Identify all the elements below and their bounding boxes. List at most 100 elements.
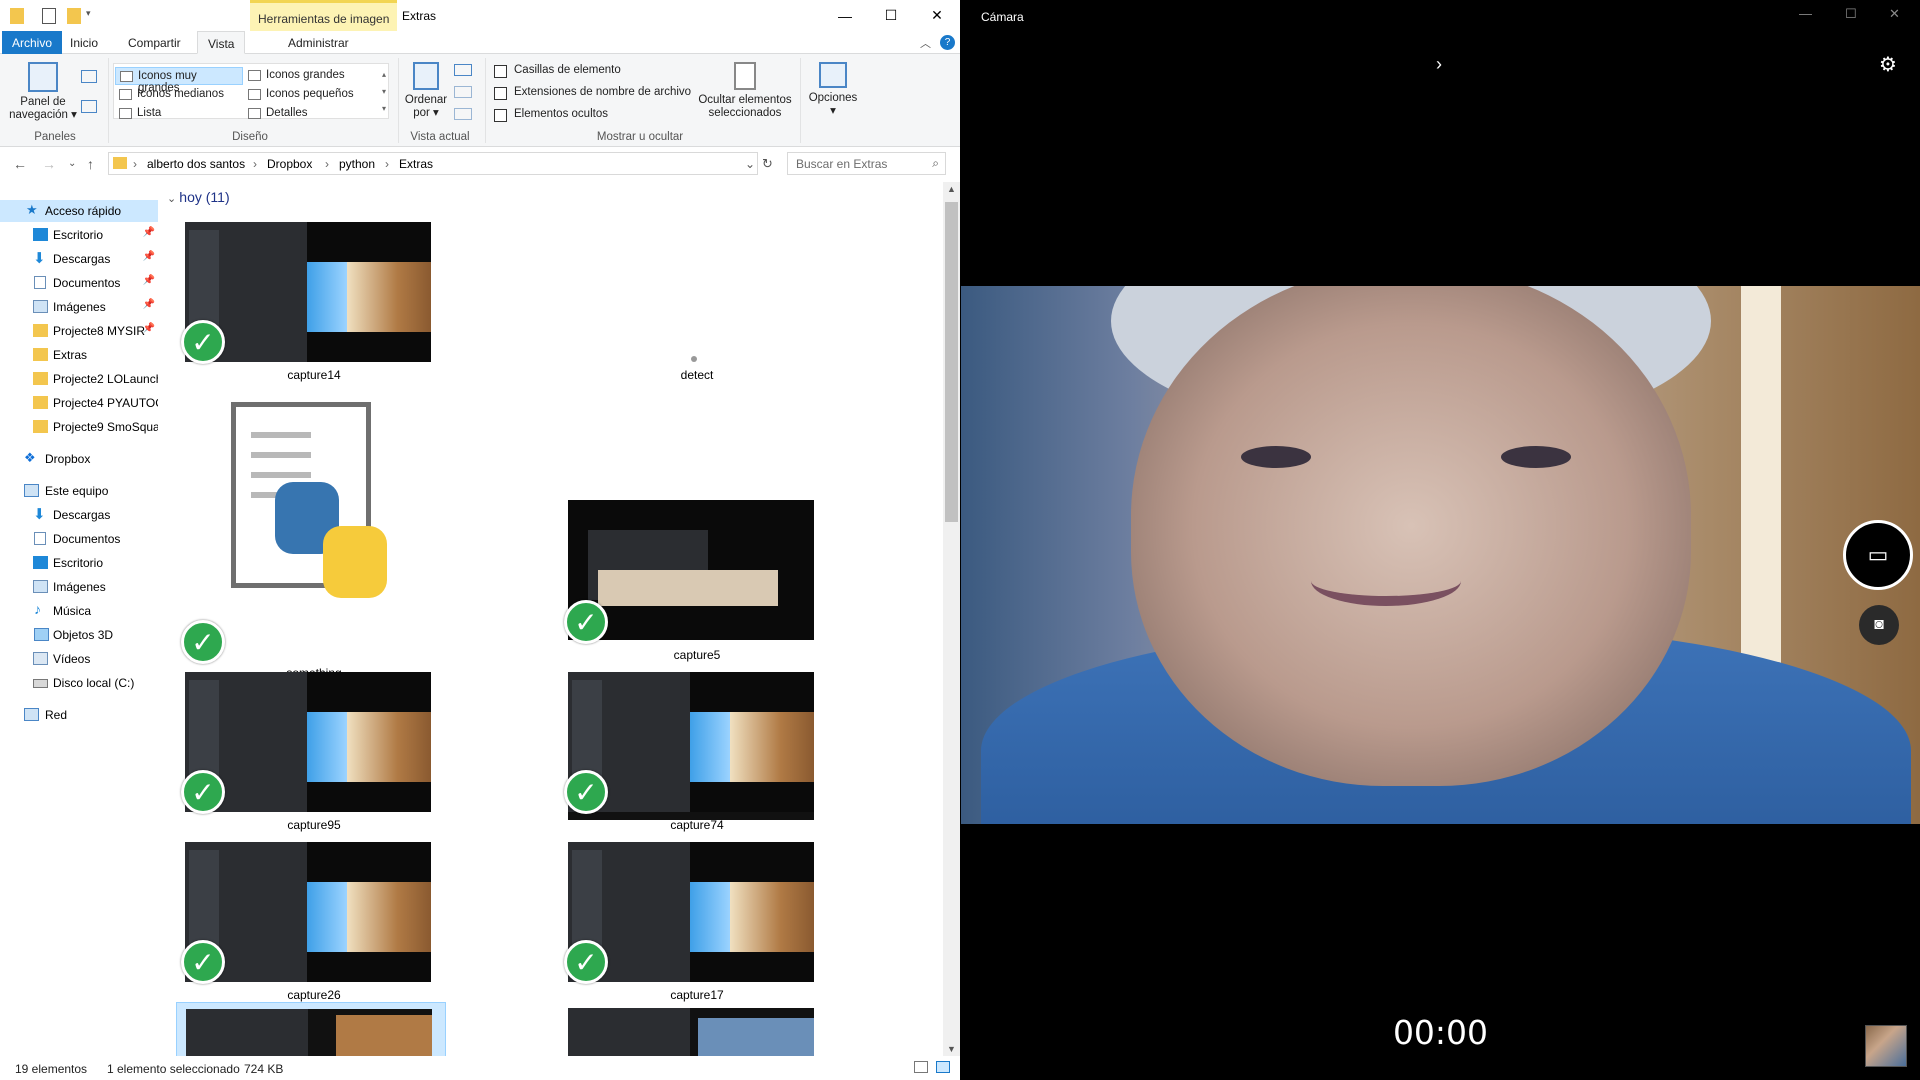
sidebar-item-pc-videos[interactable]: Vídeos (0, 648, 158, 670)
minimize-button[interactable]: — (1799, 6, 1812, 21)
vertical-scrollbar[interactable]: ▲ ▼ (943, 182, 960, 1056)
last-capture-thumbnail[interactable] (1865, 1025, 1907, 1067)
tab-file[interactable]: Archivo (2, 31, 63, 54)
sidebar-item-pc-downloads[interactable]: ⬇ Descargas (0, 504, 158, 526)
gear-icon[interactable]: ⚙ (1879, 52, 1897, 77)
folder-icon[interactable] (10, 8, 24, 24)
sidebar-item-projecte8[interactable]: Projecte8 MYSIR 📌 (0, 320, 158, 342)
breadcrumb-separator[interactable]: › (385, 157, 389, 171)
checkbox[interactable] (494, 109, 507, 122)
sidebar-item-documents[interactable]: Documentos 📌 (0, 272, 158, 294)
preview-pane-icon[interactable] (81, 70, 97, 83)
file-tile[interactable]: ✓ capture17 (542, 840, 814, 1010)
details-pane-icon[interactable] (81, 100, 97, 113)
hide-selected-button[interactable]: Ocultar elementos seleccionados (695, 62, 795, 120)
minimize-button[interactable]: — (822, 0, 868, 31)
breadcrumb-item[interactable]: python (339, 157, 375, 171)
record-video-button[interactable]: ▭ (1843, 520, 1913, 590)
group-by-icon[interactable] (454, 64, 472, 76)
up-button[interactable]: ↑ (87, 156, 94, 172)
new-folder-icon[interactable] (67, 8, 81, 24)
pin-icon[interactable]: 📌 (143, 227, 155, 238)
sidebar-item-this-pc[interactable]: Este equipo (0, 480, 158, 502)
file-tile-selected[interactable] (176, 1002, 446, 1056)
checkbox-hidden-items[interactable]: Elementos ocultos (494, 108, 608, 126)
pin-icon[interactable]: 📌 (143, 299, 155, 310)
size-columns-icon[interactable] (454, 108, 472, 120)
tab-share[interactable]: Compartir (118, 31, 191, 54)
forward-button[interactable]: → (42, 156, 56, 172)
layout-small-icons[interactable]: Iconos pequeños (244, 86, 374, 104)
refresh-button[interactable]: ↻ (762, 156, 773, 172)
tab-manage[interactable]: Administrar (278, 31, 359, 54)
file-tile[interactable] (568, 1008, 814, 1056)
add-columns-icon[interactable] (454, 86, 472, 98)
group-header[interactable]: ⌄ hoy (11) (167, 189, 230, 205)
breadcrumb-separator[interactable]: › (253, 157, 257, 171)
take-photo-button[interactable]: ◙ (1859, 605, 1899, 645)
file-tile[interactable]: detect (542, 220, 792, 390)
properties-icon[interactable] (42, 8, 56, 24)
sidebar-item-quick-access[interactable]: ★ Acceso rápido (0, 200, 158, 222)
options-button[interactable]: Opciones ▾ (803, 62, 863, 118)
close-button[interactable]: ✕ (914, 0, 960, 31)
file-tile[interactable]: ✓ capture14 (159, 220, 431, 390)
sidebar-item-dropbox[interactable]: ❖ Dropbox (0, 448, 158, 470)
file-tile[interactable]: ✓ capture5 (542, 500, 814, 670)
sidebar-item-network[interactable]: Red (0, 704, 158, 726)
large-icons-view-icon[interactable] (936, 1061, 950, 1073)
checkbox[interactable] (494, 65, 507, 78)
navigation-pane-button[interactable]: Panel de navegación ▾ (8, 62, 78, 122)
sidebar-item-extras[interactable]: Extras (0, 344, 158, 366)
sidebar-item-pc-desktop[interactable]: Escritorio (0, 552, 158, 574)
scroll-thumb[interactable] (945, 202, 958, 522)
sidebar-item-projecte9[interactable]: Projecte9 SmoSqua (0, 416, 158, 438)
sidebar-item-pictures[interactable]: Imágenes 📌 (0, 296, 158, 318)
recent-locations-button[interactable]: ⌄ (68, 158, 76, 169)
address-dropdown-icon[interactable]: ⌄ (745, 157, 755, 171)
layout-details[interactable]: Detalles (244, 105, 374, 123)
sidebar-item-pc-local-disk[interactable]: Disco local (C:) (0, 672, 158, 694)
tab-view[interactable]: Vista (197, 31, 246, 54)
sidebar-item-projecte4[interactable]: Projecte4 PYAUTOG (0, 392, 158, 414)
maximize-button[interactable]: ☐ (868, 0, 914, 31)
layout-scroll-arrows[interactable]: ▴ ▾ ▾ (382, 66, 386, 117)
maximize-button[interactable]: ☐ (1845, 6, 1857, 22)
pin-icon[interactable]: 📌 (143, 323, 155, 334)
tab-home[interactable]: Inicio (60, 31, 108, 54)
breadcrumb-separator[interactable]: › (133, 157, 137, 171)
pin-icon[interactable]: 📌 (143, 251, 155, 262)
sidebar-item-pc-pictures[interactable]: Imágenes (0, 576, 158, 598)
layout-medium-icons[interactable]: Iconos medianos (115, 86, 243, 104)
details-view-icon[interactable] (914, 1061, 928, 1073)
breadcrumb-item[interactable]: Dropbox (267, 157, 312, 171)
help-icon[interactable]: ? (940, 35, 955, 50)
file-tile[interactable]: ✓ something (159, 402, 409, 680)
quick-access-dropdown-icon[interactable]: ▾ (86, 8, 94, 24)
sidebar-item-pc-documents[interactable]: Documentos (0, 528, 158, 550)
sidebar-item-desktop[interactable]: Escritorio 📌 (0, 224, 158, 246)
layout-extra-large-icons[interactable]: Iconos muy grandes (115, 67, 243, 94)
file-tile[interactable]: ✓ capture26 (159, 840, 431, 1010)
address-field[interactable]: › alberto dos santos › Dropbox › python … (108, 152, 758, 175)
sidebar-item-pc-3d-objects[interactable]: Objetos 3D (0, 624, 158, 646)
search-input[interactable]: Buscar en Extras ⌕ (787, 152, 946, 175)
checkbox-item-check-boxes[interactable]: Casillas de elemento (494, 64, 621, 82)
layout-large-icons[interactable]: Iconos grandes (244, 67, 374, 85)
close-button[interactable]: ✕ (1889, 6, 1900, 22)
sidebar-item-projecte2[interactable]: Projecte2 LOLaunch (0, 368, 158, 390)
breadcrumb-separator[interactable]: › (325, 157, 329, 171)
collapse-ribbon-icon[interactable]: ︿ (920, 35, 931, 51)
sort-by-button[interactable]: Ordenar por ▾ (402, 62, 450, 120)
chevron-right-icon[interactable]: › (1436, 54, 1442, 75)
scroll-down-arrow[interactable]: ▼ (947, 1044, 956, 1054)
breadcrumb-item[interactable]: alberto dos santos (147, 157, 245, 171)
scroll-up-arrow[interactable]: ▲ (947, 184, 956, 194)
back-button[interactable]: ← (13, 156, 27, 172)
sidebar-item-downloads[interactable]: ⬇ Descargas 📌 (0, 248, 158, 270)
sidebar-item-pc-music[interactable]: ♪ Música (0, 600, 158, 622)
pin-icon[interactable]: 📌 (143, 275, 155, 286)
checkbox-file-extensions[interactable]: Extensiones de nombre de archivo (494, 86, 691, 104)
breadcrumb-item[interactable]: Extras (399, 157, 433, 171)
layout-list[interactable]: Lista (115, 105, 243, 123)
